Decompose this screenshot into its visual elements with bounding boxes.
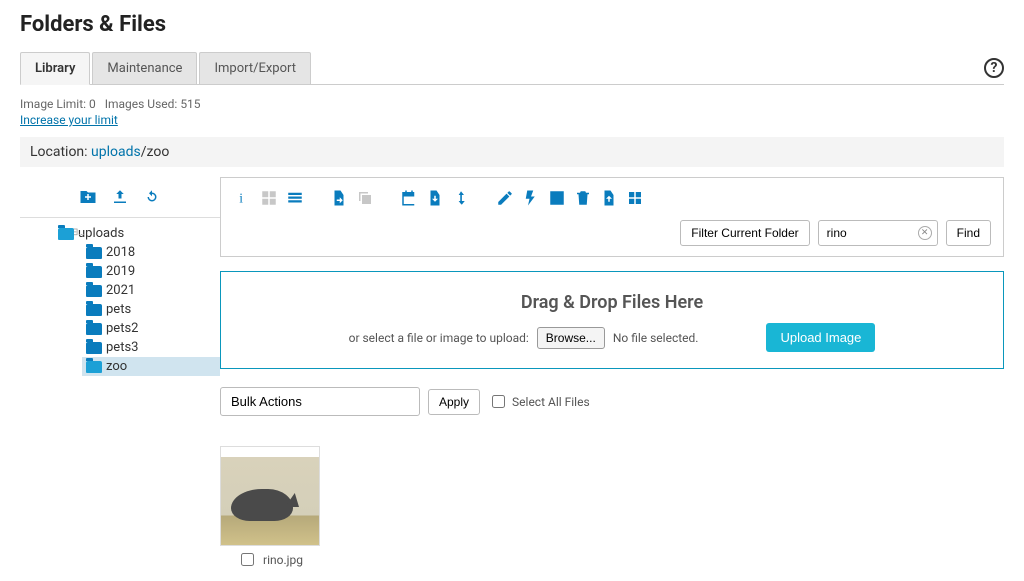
file-checkbox[interactable]: [241, 553, 254, 566]
limits-line: Image Limit: 0 Images Used: 515: [20, 97, 1004, 111]
file-download-icon[interactable]: [425, 188, 445, 208]
tree-item-2018[interactable]: 2018: [82, 243, 220, 262]
folder-icon: [86, 247, 102, 259]
tab-maintenance[interactable]: Maintenance: [92, 52, 197, 85]
folder-icon: [86, 323, 102, 335]
file-thumbnail[interactable]: [220, 446, 320, 546]
folder-icon: [86, 361, 102, 373]
tree-item-2021[interactable]: 2021: [82, 281, 220, 300]
file-name: rino.jpg: [263, 553, 303, 567]
bulk-actions-select[interactable]: Bulk Actions: [220, 387, 420, 416]
clear-search-icon[interactable]: ✕: [918, 226, 932, 240]
bolt-icon[interactable]: [521, 188, 541, 208]
folder-icon: [86, 342, 102, 354]
tree-item-pets3[interactable]: pets3: [82, 338, 220, 357]
upload-image-button[interactable]: Upload Image: [766, 323, 875, 352]
new-folder-icon[interactable]: [78, 187, 98, 207]
tab-library[interactable]: Library: [20, 52, 90, 85]
tree-item-zoo[interactable]: zoo: [82, 357, 220, 376]
tree-item-pets2[interactable]: pets2: [82, 319, 220, 338]
sidebar: ⊟… uploads 2018 2019 2021 pets pets2 pet…: [20, 177, 220, 382]
increase-limit-link[interactable]: Increase your limit: [20, 113, 1004, 127]
file-up-icon[interactable]: [599, 188, 619, 208]
sort-icon[interactable]: [451, 188, 471, 208]
folder-icon: [86, 266, 102, 278]
help-icon[interactable]: ?: [984, 58, 1004, 78]
svg-text:i: i: [239, 191, 243, 206]
grid-view-icon[interactable]: [259, 188, 279, 208]
file-card[interactable]: rino.jpg: [220, 446, 320, 569]
folder-icon: [86, 285, 102, 297]
refresh-icon[interactable]: [142, 187, 162, 207]
calendar-icon[interactable]: [399, 188, 419, 208]
breadcrumb: Location: uploads/zoo: [20, 137, 1004, 167]
main-panel: i: [220, 177, 1004, 569]
copy-icon[interactable]: [355, 188, 375, 208]
dropzone-heading: Drag & Drop Files Here: [237, 292, 987, 313]
edit-icon[interactable]: [495, 188, 515, 208]
trash-icon[interactable]: [573, 188, 593, 208]
rhino-image: [231, 489, 293, 521]
folder-tree: ⊟… uploads 2018 2019 2021 pets pets2 pet…: [20, 224, 220, 376]
image-icon[interactable]: [547, 188, 567, 208]
tabs: Library Maintenance Import/Export ?: [20, 51, 1004, 85]
page-title: Folders & Files: [20, 12, 1004, 37]
filter-folder-button[interactable]: Filter Current Folder: [680, 220, 809, 246]
apply-button[interactable]: Apply: [428, 389, 480, 415]
tree-item-2019[interactable]: 2019: [82, 262, 220, 281]
bulk-actions-row: Bulk Actions Apply Select All Files: [220, 387, 1004, 416]
toolbar: i: [220, 177, 1004, 257]
files-grid: rino.jpg: [220, 446, 1004, 569]
folder-icon: [58, 228, 74, 240]
select-all-label[interactable]: Select All Files: [488, 392, 590, 411]
tab-import-export[interactable]: Import/Export: [199, 52, 311, 85]
folder-icon: [86, 304, 102, 316]
info-icon[interactable]: i: [233, 188, 253, 208]
organize-icon[interactable]: [625, 188, 645, 208]
tree-item-pets[interactable]: pets: [82, 300, 220, 319]
breadcrumb-uploads-link[interactable]: uploads: [91, 144, 141, 160]
upload-icon[interactable]: [110, 187, 130, 207]
dropzone[interactable]: Drag & Drop Files Here or select a file …: [220, 271, 1004, 369]
find-button[interactable]: Find: [946, 220, 991, 246]
list-view-icon[interactable]: [285, 188, 305, 208]
import-file-icon[interactable]: [329, 188, 349, 208]
select-all-checkbox[interactable]: [492, 395, 505, 408]
browse-button[interactable]: Browse...: [537, 327, 605, 349]
